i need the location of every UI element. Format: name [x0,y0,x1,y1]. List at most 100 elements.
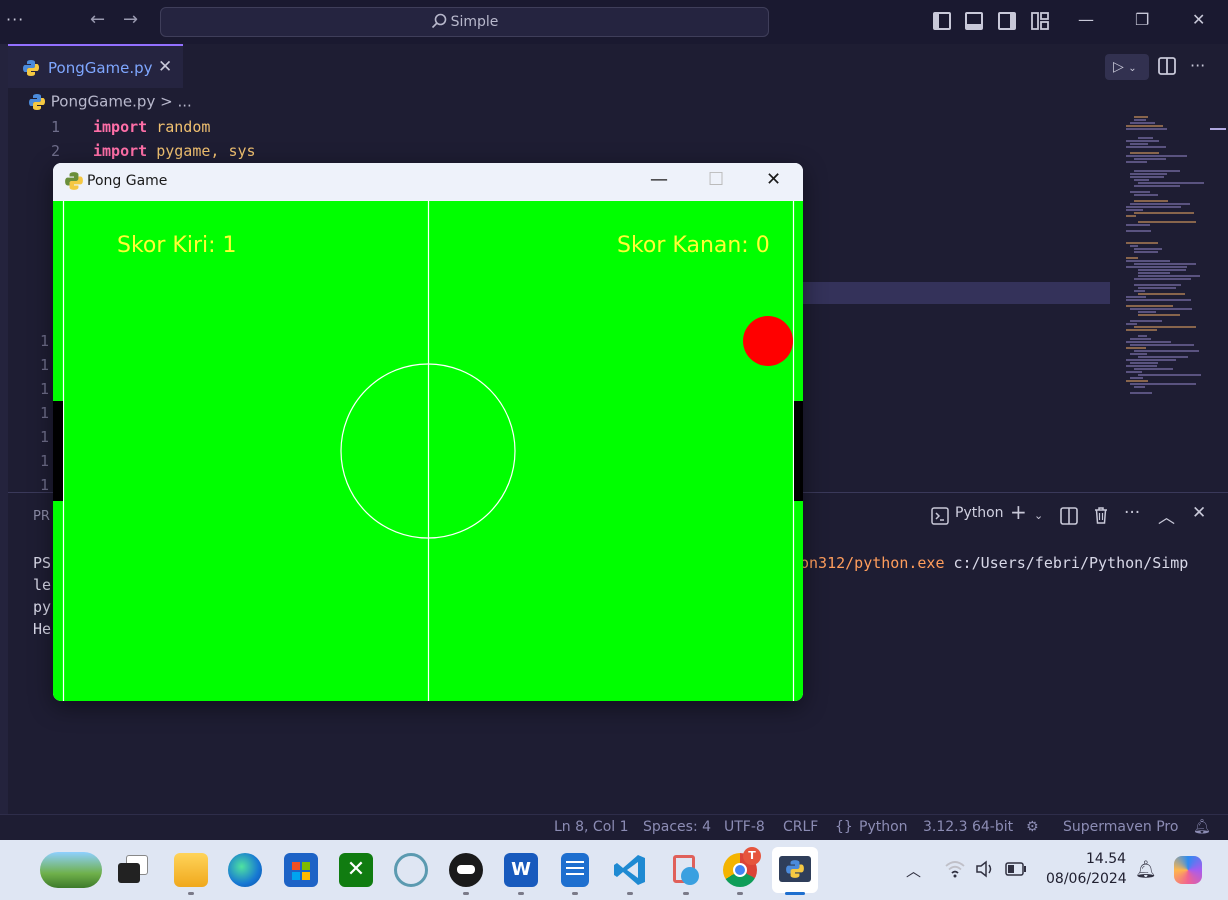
xbox-icon[interactable]: ✕ [339,853,373,887]
language-mode[interactable]: Python [859,819,908,835]
pong-court[interactable]: Skor Kiri: 1 Skor Kanan: 0 [53,201,803,701]
store-icon[interactable] [284,853,318,887]
word-icon[interactable]: W [504,853,538,887]
toggle-secondary-sidebar-icon[interactable] [998,12,1016,30]
menu-icon[interactable]: ··· [6,10,24,29]
customize-layout-icon[interactable] [1031,12,1049,30]
notification-center-icon[interactable]: 🔔︎ [1135,860,1157,880]
running-indicator [518,892,524,895]
minimap-code-stroke [1130,353,1147,355]
run-python-button[interactable]: ▷ ⌄ [1105,54,1149,80]
breadcrumb-separator: > [160,92,173,111]
breadcrumb-symbols[interactable]: ... [177,93,191,111]
minimap-code-stroke [1126,155,1187,157]
command-center-search[interactable]: Simple [160,7,769,37]
pong-minimize-button[interactable]: — [650,169,668,190]
encoding[interactable]: UTF-8 [724,819,765,835]
minimap-code-stroke [1126,365,1157,367]
cortana-icon[interactable] [394,853,428,887]
pong-close-button[interactable]: ✕ [766,169,781,190]
minimap-slider[interactable] [1210,128,1226,130]
minimap-code-stroke [1134,290,1145,292]
minimap-code-stroke [1126,161,1147,163]
minimap[interactable] [1118,114,1218,404]
toggle-primary-sidebar-icon[interactable] [933,12,951,30]
minimap-code-stroke [1138,272,1170,274]
chevron-down-icon[interactable]: ⌄ [1034,509,1043,522]
running-indicator [627,892,633,895]
new-terminal-icon[interactable]: + [1010,500,1027,524]
chat-bot-icon[interactable] [449,853,483,887]
minimap-code-stroke [1134,212,1194,214]
breadcrumb: PongGame.py > ... [28,92,192,112]
minimap-code-stroke [1134,158,1166,160]
indentation[interactable]: Spaces: 4 [643,819,711,835]
task-view-icon[interactable] [118,855,150,885]
tab-ponggame[interactable]: PongGame.py ✕ [8,44,183,88]
show-hidden-icons-chevron[interactable]: ︿ [906,860,921,881]
maximize-panel-icon[interactable]: ︿ [1158,503,1175,528]
forward-arrow-icon[interactable]: → [123,9,138,30]
snipping-tool-icon[interactable] [669,853,703,887]
minimap-code-stroke [1126,299,1191,301]
minimap-code-stroke [1130,383,1196,385]
breadcrumb-file[interactable]: PongGame.py [51,93,156,111]
pong-maximize-button[interactable]: ☐ [708,169,724,190]
trash-icon[interactable] [1093,506,1109,524]
minimap-code-stroke [1130,392,1152,394]
more-actions-icon[interactable]: ··· [1124,503,1140,523]
clock-date[interactable]: 08/06/2024 [1046,871,1127,887]
minimap-code-stroke [1138,137,1153,139]
minimap-code-stroke [1126,305,1173,307]
vscode-icon[interactable] [613,853,647,887]
running-indicator [463,892,469,895]
court-markings [53,201,803,701]
panel-tab-problems[interactable]: PR [33,509,50,524]
supermaven-status[interactable]: Supermaven Pro [1063,819,1178,835]
close-panel-icon[interactable]: ✕ [1192,503,1206,523]
python-interpreter[interactable]: 3.12.3 64-bit [923,819,1013,835]
minimap-code-stroke [1126,380,1148,382]
split-terminal-icon[interactable] [1060,507,1078,525]
end-of-line[interactable]: CRLF [783,819,818,835]
minimap-code-stroke [1138,182,1204,184]
copilot-icon[interactable] [1174,856,1202,884]
minimap-code-stroke [1130,338,1151,340]
split-editor-icon[interactable] [1158,57,1176,75]
minimap-code-stroke [1126,146,1166,148]
pong-game-window: Pong Game — ☐ ✕ Skor Kiri: 1 Skor Kanan:… [53,163,803,701]
python-app-icon[interactable] [772,847,818,893]
more-actions-icon[interactable]: ··· [1190,56,1205,75]
script-path: c:/Users/febri/Python/Simp [944,554,1189,572]
chrome-icon[interactable]: T [723,847,761,887]
tab-label: PongGame.py [48,59,153,77]
notifications-bell-icon[interactable]: 🔔︎ [1193,819,1211,835]
minimap-code-stroke [1138,269,1186,271]
minimap-code-stroke [1138,374,1201,376]
minimap-code-stroke [1130,362,1158,364]
pong-title-bar[interactable]: Pong Game — ☐ ✕ [53,163,803,201]
back-arrow-icon[interactable]: ← [90,9,105,30]
restore-button[interactable]: ❐ [1135,10,1149,29]
volume-icon[interactable] [975,860,995,878]
close-tab-icon[interactable]: ✕ [158,57,172,77]
edge-icon[interactable] [228,853,262,887]
wifi-icon[interactable] [945,860,965,878]
minimap-code-stroke [1126,230,1151,232]
battery-icon[interactable] [1005,862,1027,876]
search-icon [431,13,446,29]
clock-time[interactable]: 14.54 [1086,851,1126,867]
file-explorer-icon[interactable] [174,853,208,887]
terminal-name[interactable]: Python [955,505,1004,521]
close-button[interactable]: ✕ [1192,10,1205,29]
minimap-code-stroke [1130,203,1190,205]
toggle-panel-icon[interactable] [965,12,983,30]
notepad-icon[interactable] [561,853,589,887]
widgets-icon[interactable] [40,852,102,888]
minimap-code-stroke [1126,128,1167,130]
terminal-line: PS [33,554,52,572]
minimap-code-stroke [1138,311,1156,313]
minimap-code-stroke [1126,257,1138,259]
cursor-position[interactable]: Ln 8, Col 1 [554,819,629,835]
minimize-button[interactable]: — [1078,10,1094,29]
